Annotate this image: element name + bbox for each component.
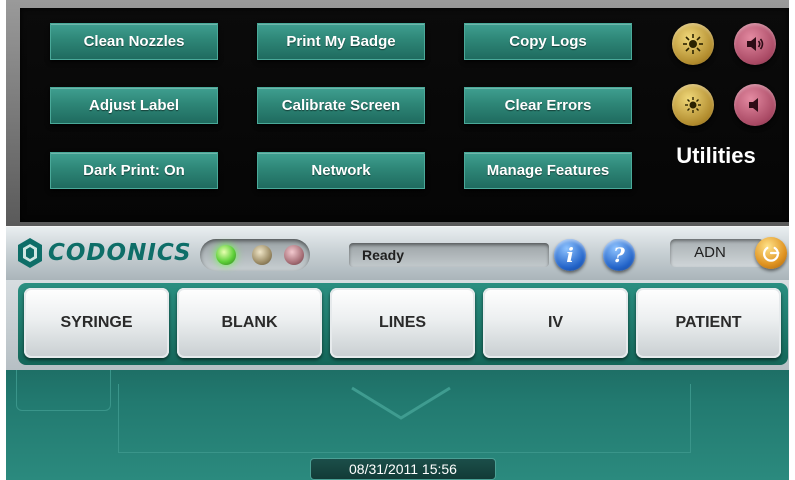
volume-down-icon xyxy=(749,98,758,112)
tab-lines[interactable]: LINES xyxy=(330,288,475,358)
clean-nozzles-button[interactable]: Clean Nozzles xyxy=(50,23,218,60)
adjust-label-button[interactable]: Adjust Label xyxy=(50,87,218,124)
codonics-logo: CODONICS xyxy=(16,235,192,271)
dark-print-button[interactable]: Dark Print: On xyxy=(50,152,218,189)
indicator-green xyxy=(216,245,236,265)
help-icon: ? xyxy=(613,243,625,267)
help-button[interactable]: ? xyxy=(603,239,635,271)
info-icon: i xyxy=(566,243,574,267)
utilities-title: Utilities xyxy=(676,143,756,168)
calibrate-screen-button[interactable]: Calibrate Screen xyxy=(257,87,425,124)
info-button[interactable]: i xyxy=(554,239,586,271)
tab-patient[interactable]: PATIENT xyxy=(636,288,781,358)
background-panel xyxy=(16,370,111,411)
volume-up-icon xyxy=(747,37,764,51)
copy-logs-button[interactable]: Copy Logs xyxy=(464,23,632,60)
network-button[interactable]: Network xyxy=(257,152,425,189)
indicator-red xyxy=(284,245,304,265)
print-my-badge-button[interactable]: Print My Badge xyxy=(257,23,425,60)
tab-syringe[interactable]: SYRINGE xyxy=(24,288,169,358)
brightness-up-button[interactable] xyxy=(672,23,714,65)
tab-blank[interactable]: BLANK xyxy=(177,288,322,358)
status-text: Ready xyxy=(349,243,549,267)
manage-features-button[interactable]: Manage Features xyxy=(464,152,632,189)
brightness-down-icon xyxy=(685,97,701,113)
logo-text: CODONICS xyxy=(48,240,192,266)
tab-iv[interactable]: IV xyxy=(483,288,628,358)
datetime-display: 08/31/2011 15:56 xyxy=(310,458,496,480)
brightness-up-icon xyxy=(683,34,703,54)
volume-down-button[interactable] xyxy=(734,84,776,126)
power-icon xyxy=(763,246,780,262)
user-field: ADN xyxy=(670,239,764,267)
brightness-down-button[interactable] xyxy=(672,84,714,126)
indicator-amber xyxy=(252,245,272,265)
status-indicators xyxy=(200,239,310,271)
logout-button[interactable] xyxy=(755,237,787,269)
chevron-down-icon xyxy=(351,386,451,420)
label-type-tabs: SYRINGE BLANK LINES IV PATIENT xyxy=(6,280,789,370)
volume-up-button[interactable] xyxy=(734,23,776,65)
status-bar: CODONICS Ready i ? ADN xyxy=(6,226,789,282)
logo-hexagon-icon xyxy=(18,238,42,268)
clear-errors-button[interactable]: Clear Errors xyxy=(464,87,632,124)
tab-track: SYRINGE BLANK LINES IV PATIENT xyxy=(18,283,788,365)
